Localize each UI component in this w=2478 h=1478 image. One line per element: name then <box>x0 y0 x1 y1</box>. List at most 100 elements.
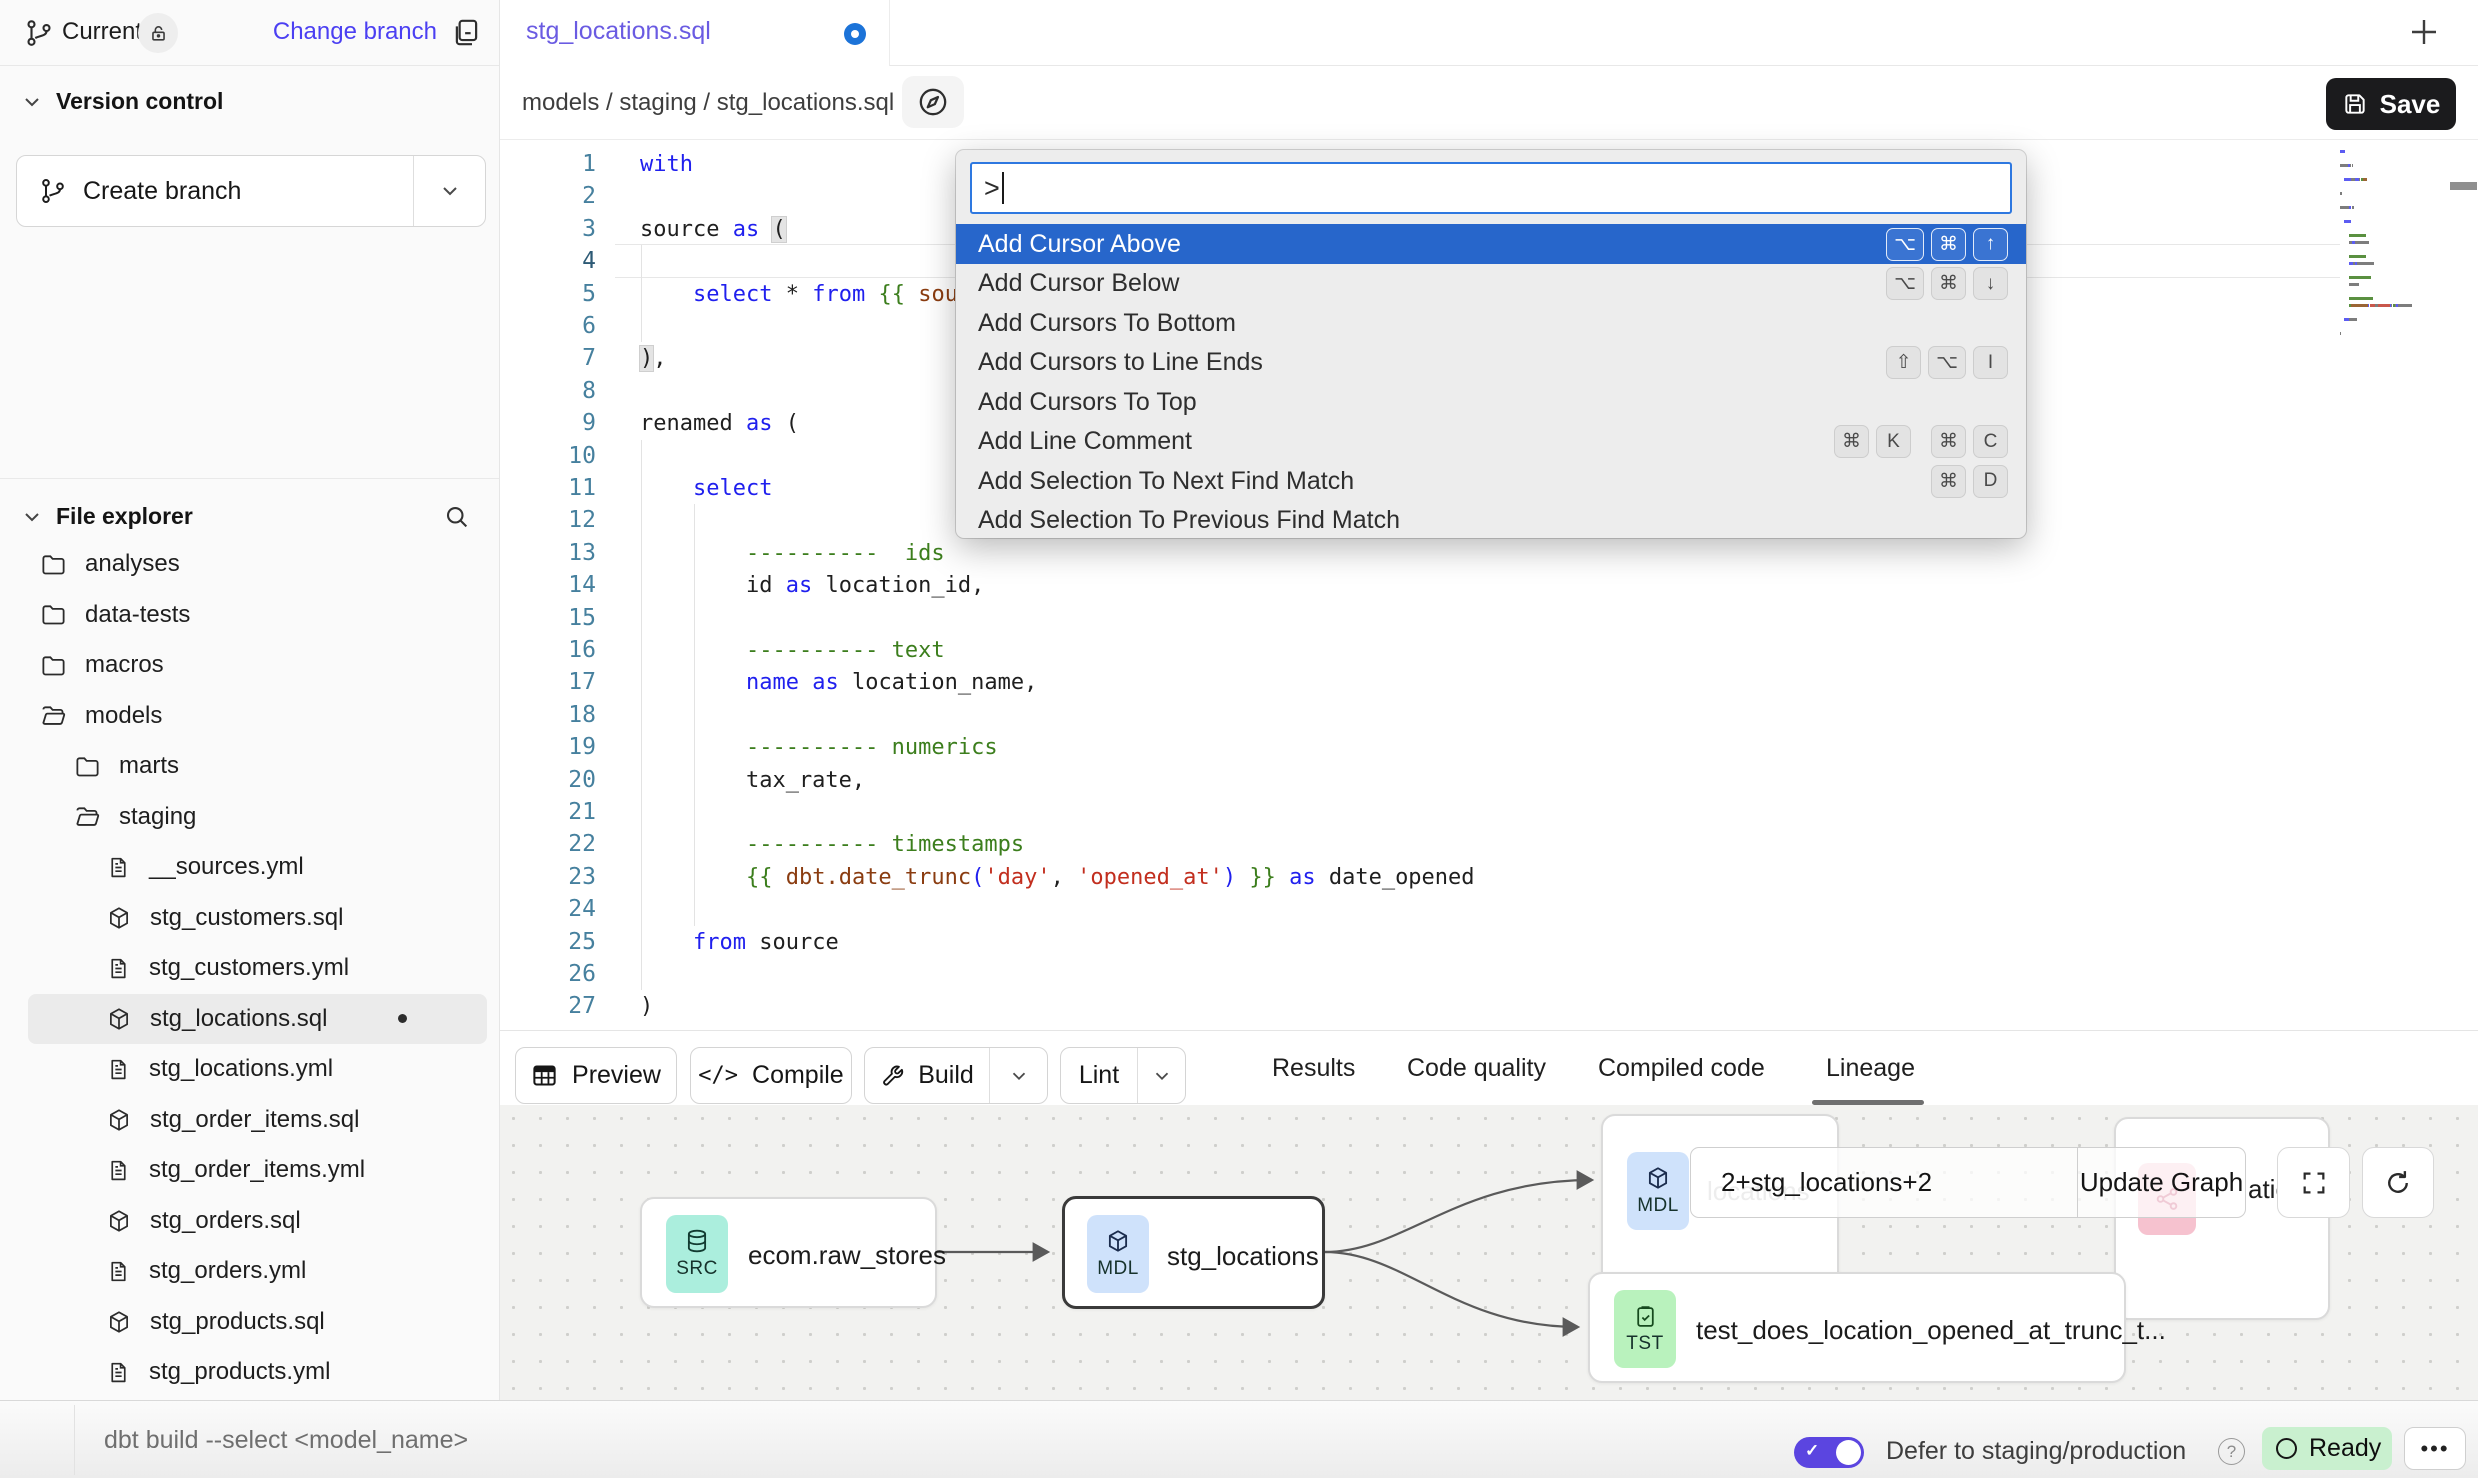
graph-selector-input[interactable]: 2+stg_locations+2 <box>1691 1148 2077 1217</box>
preview-button[interactable]: Preview <box>515 1047 677 1104</box>
command-item-6[interactable]: Add Selection To Next Find Match⌘D <box>956 461 2026 501</box>
change-branch-link[interactable]: Change branch <box>273 18 437 46</box>
command-item-0[interactable]: Add Cursor Above⌥⌘↑ <box>956 224 2026 264</box>
preview-label: Preview <box>572 1061 661 1090</box>
file-row-staging[interactable]: staging <box>28 792 487 842</box>
build-button[interactable]: Build <box>864 1047 1048 1104</box>
file-icon <box>106 1057 131 1082</box>
file-row-analyses[interactable]: analyses <box>28 539 487 589</box>
table-icon <box>531 1062 558 1089</box>
command-item-5[interactable]: Add Line Comment⌘K⌘C <box>956 422 2026 462</box>
file-row-stg-customers-yml[interactable]: stg_customers.yml <box>28 943 487 993</box>
command-label: Add Selection To Previous Find Match <box>978 506 1400 535</box>
build-dropdown[interactable] <box>989 1048 1047 1103</box>
tab-results[interactable]: Results <box>1272 1031 1355 1106</box>
shortcut-key: ⌥ <box>1928 346 1966 379</box>
create-branch-dropdown[interactable] <box>413 156 485 226</box>
command-input[interactable]: dbt build --select <model_name> <box>104 1401 468 1478</box>
lineage-node-stg-locations[interactable]: MDL stg_locations <box>1062 1196 1325 1309</box>
status-ready-badge[interactable]: Ready <box>2262 1427 2392 1470</box>
file-row-stg-locations-yml[interactable]: stg_locations.yml <box>28 1044 487 1094</box>
command-palette-input[interactable]: > <box>970 162 2012 214</box>
minimap-mark <box>2340 206 2349 209</box>
file-row-macros[interactable]: macros <box>28 640 487 690</box>
shortcut-key: D <box>1973 465 2008 498</box>
model-icon <box>106 1309 132 1335</box>
new-tab-icon[interactable] <box>2406 14 2442 50</box>
command-label: Add Cursor Above <box>978 230 1181 259</box>
more-options-button[interactable]: ••• <box>2404 1427 2466 1470</box>
shortcut-key: ⌘ <box>1931 465 1966 498</box>
file-label: stg_customers.sql <box>150 904 343 932</box>
file-row-stg-orders-yml[interactable]: stg_orders.yml <box>28 1246 487 1296</box>
file-row-stg-locations-sql[interactable]: stg_locations.sql <box>28 994 487 1044</box>
command-item-3[interactable]: Add Cursors to Line Ends⇧⌥I <box>956 343 2026 383</box>
palette-query-text: > <box>984 173 1000 204</box>
file-label: stg_locations.yml <box>149 1055 333 1083</box>
lineage-canvas[interactable]: SRC ecom.raw_stores MDL stg_locations MD… <box>500 1105 2478 1400</box>
lineage-node-source[interactable]: SRC ecom.raw_stores <box>640 1197 937 1308</box>
file-icon <box>106 1360 131 1385</box>
file-row--sources-yml[interactable]: __sources.yml <box>28 842 487 892</box>
command-item-7[interactable]: Add Selection To Previous Find Match <box>956 501 2026 539</box>
file-label: stg_locations.sql <box>150 1005 327 1033</box>
tab-lineage[interactable]: Lineage <box>1826 1031 1915 1106</box>
minimap-mark <box>2352 206 2354 209</box>
refresh-button[interactable] <box>2362 1147 2434 1218</box>
shortcut-key: ⌥ <box>1886 228 1924 261</box>
shortcut-key: ⌘ <box>1931 425 1966 458</box>
branch-header: Current Change branch <box>0 0 499 66</box>
shortcut-key: ⌘ <box>1931 228 1966 261</box>
file-row-data-tests[interactable]: data-tests <box>28 590 487 640</box>
lint-dropdown[interactable] <box>1137 1048 1185 1103</box>
file-label: marts <box>119 752 179 780</box>
lint-button[interactable]: Lint <box>1060 1047 1186 1104</box>
tab-stg-locations[interactable]: stg_locations.sql <box>500 0 890 66</box>
command-item-1[interactable]: Add Cursor Below⌥⌘↓ <box>956 264 2026 304</box>
file-label: staging <box>119 803 196 831</box>
command-item-2[interactable]: Add Cursors To Bottom <box>956 303 2026 343</box>
minimap-mark <box>2344 178 2351 181</box>
chevron-down-icon <box>20 505 44 529</box>
lineage-node-test[interactable]: TST test_does_location_opened_at_trunc_t… <box>1588 1272 2126 1383</box>
compile-button[interactable]: </> Compile <box>690 1047 852 1104</box>
test-node-label: test_does_location_opened_at_trunc_t... <box>1696 1315 2166 1346</box>
save-button[interactable]: Save <box>2326 78 2456 130</box>
copy-icon[interactable] <box>450 16 483 49</box>
file-row-stg-order-items-sql[interactable]: stg_order_items.sql <box>28 1095 487 1145</box>
tab-compiled-code[interactable]: Compiled code <box>1598 1031 1765 1106</box>
file-row-stg-products-sql[interactable]: stg_products.sql <box>28 1297 487 1347</box>
file-row-stg-customers-sql[interactable]: stg_customers.sql <box>28 893 487 943</box>
model-icon <box>106 1107 132 1133</box>
help-icon[interactable]: ? <box>2218 1438 2245 1465</box>
update-graph-button[interactable]: Update Graph <box>2077 1148 2245 1217</box>
file-row-models[interactable]: models <box>28 691 487 741</box>
defer-toggle[interactable]: ✓ <box>1794 1437 1864 1468</box>
folder-icon <box>74 753 101 780</box>
save-label: Save <box>2380 89 2441 120</box>
create-branch-button[interactable]: Create branch <box>16 155 486 227</box>
search-icon[interactable] <box>443 503 471 531</box>
file-row-marts[interactable]: marts <box>28 741 487 791</box>
file-row-stg-order-items-yml[interactable]: stg_order_items.yml <box>28 1145 487 1195</box>
file-icon <box>106 1158 131 1183</box>
create-branch-label: Create branch <box>83 177 241 206</box>
code-line-20: 20 tax_rate, <box>500 764 2478 797</box>
file-row-stg-orders-sql[interactable]: stg_orders.sql <box>28 1196 487 1246</box>
toggle-knob <box>1836 1440 1861 1465</box>
fullscreen-icon <box>2300 1169 2328 1197</box>
navigate-icon[interactable] <box>902 76 964 128</box>
file-row-stg-products-yml[interactable]: stg_products.yml <box>28 1347 487 1397</box>
minimap-mark <box>2341 192 2342 195</box>
minimap-slider[interactable] <box>2450 182 2477 190</box>
version-control-header[interactable]: Version control <box>20 88 223 115</box>
minimap-mark <box>2349 318 2357 321</box>
unsaved-indicator-icon[interactable] <box>844 23 866 45</box>
build-label: Build <box>918 1061 974 1090</box>
command-item-4[interactable]: Add Cursors To Top <box>956 382 2026 422</box>
file-label: stg_orders.yml <box>149 1257 306 1285</box>
file-explorer-header[interactable]: File explorer <box>20 503 193 530</box>
tab-code-quality[interactable]: Code quality <box>1407 1031 1546 1106</box>
file-label: data-tests <box>85 601 190 629</box>
fullscreen-button[interactable] <box>2277 1147 2350 1218</box>
